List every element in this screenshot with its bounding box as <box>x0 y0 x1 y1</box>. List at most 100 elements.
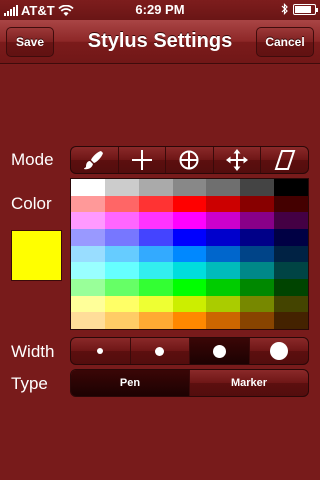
bluetooth-icon <box>281 3 288 15</box>
palette-swatch[interactable] <box>104 212 139 229</box>
palette-swatch[interactable] <box>240 295 275 313</box>
mode-option-target[interactable] <box>166 147 214 173</box>
palette-swatch[interactable] <box>240 228 275 246</box>
palette-swatch[interactable] <box>138 245 173 263</box>
palette-swatch[interactable] <box>138 295 173 313</box>
palette-swatch[interactable] <box>206 312 241 329</box>
palette-swatch[interactable] <box>206 278 241 296</box>
palette-swatch[interactable] <box>104 228 139 246</box>
crosshair-icon <box>131 150 152 170</box>
palette-swatch[interactable] <box>138 262 173 279</box>
palette-swatch[interactable] <box>274 295 308 313</box>
palette-swatch[interactable] <box>240 195 275 213</box>
palette-swatch[interactable] <box>274 179 308 196</box>
width-option-2[interactable] <box>131 338 190 364</box>
palette-swatch[interactable] <box>206 245 241 263</box>
palette-swatch[interactable] <box>240 262 275 279</box>
palette-swatch[interactable] <box>274 195 308 213</box>
width-dot-xlarge-icon <box>269 342 288 360</box>
palette-swatch[interactable] <box>104 245 139 263</box>
mode-option-crosshair[interactable] <box>119 147 167 173</box>
width-dot-large-icon <box>212 344 226 358</box>
color-palette <box>70 178 309 330</box>
palette-swatch[interactable] <box>206 228 241 246</box>
palette-swatch[interactable] <box>274 278 308 296</box>
palette-swatch[interactable] <box>206 295 241 313</box>
palette-swatch[interactable] <box>274 312 308 329</box>
palette-swatch[interactable] <box>104 262 139 279</box>
palette-swatch[interactable] <box>240 278 275 296</box>
palette-grid <box>71 179 308 329</box>
palette-swatch[interactable] <box>172 312 207 329</box>
width-option-4[interactable] <box>250 338 309 364</box>
palette-swatch[interactable] <box>71 195 105 213</box>
palette-swatch[interactable] <box>172 295 207 313</box>
palette-swatch[interactable] <box>274 245 308 263</box>
width-dot-small-icon <box>97 348 104 354</box>
status-right <box>281 3 318 15</box>
palette-swatch[interactable] <box>240 312 275 329</box>
palette-swatch[interactable] <box>71 228 105 246</box>
palette-swatch[interactable] <box>71 312 105 329</box>
type-option-pen[interactable]: Pen <box>71 370 190 396</box>
palette-swatch[interactable] <box>172 245 207 263</box>
palette-swatch[interactable] <box>172 262 207 279</box>
palette-swatch[interactable] <box>172 212 207 229</box>
palette-swatch[interactable] <box>104 295 139 313</box>
brush-icon <box>84 151 104 170</box>
cancel-button[interactable]: Cancel <box>256 27 314 57</box>
settings-panel: Mode Color Width Type Pen Marker <box>0 65 320 480</box>
palette-swatch[interactable] <box>138 278 173 296</box>
width-dot-medium-icon <box>155 346 165 356</box>
mode-option-eraser[interactable] <box>261 147 308 173</box>
palette-swatch[interactable] <box>138 312 173 329</box>
palette-swatch[interactable] <box>71 295 105 313</box>
palette-swatch[interactable] <box>206 179 241 196</box>
palette-swatch[interactable] <box>206 212 241 229</box>
palette-swatch[interactable] <box>138 179 173 196</box>
palette-swatch[interactable] <box>274 228 308 246</box>
palette-swatch[interactable] <box>104 179 139 196</box>
width-option-1[interactable] <box>71 338 131 364</box>
mode-segmented-control <box>70 146 309 174</box>
battery-icon <box>293 3 318 15</box>
palette-swatch[interactable] <box>240 179 275 196</box>
mode-option-move[interactable] <box>214 147 262 173</box>
target-icon <box>179 150 199 170</box>
palette-swatch[interactable] <box>104 278 139 296</box>
type-segmented-control: Pen Marker <box>70 369 309 397</box>
type-label: Type <box>11 374 48 393</box>
mode-option-brush[interactable] <box>71 147 119 173</box>
palette-swatch[interactable] <box>240 212 275 229</box>
eraser-icon <box>274 150 296 170</box>
navigation-bar: Save Stylus Settings Cancel <box>0 20 320 64</box>
palette-swatch[interactable] <box>138 195 173 213</box>
status-bar: AT&T 6:29 PM <box>0 0 320 20</box>
palette-swatch[interactable] <box>71 262 105 279</box>
palette-swatch[interactable] <box>138 212 173 229</box>
palette-swatch[interactable] <box>138 228 173 246</box>
color-label: Color <box>11 194 52 213</box>
width-label: Width <box>11 342 55 361</box>
type-option-marker[interactable]: Marker <box>190 370 308 396</box>
palette-swatch[interactable] <box>172 228 207 246</box>
palette-swatch[interactable] <box>240 245 275 263</box>
palette-swatch[interactable] <box>206 195 241 213</box>
palette-swatch[interactable] <box>274 212 308 229</box>
palette-swatch[interactable] <box>71 179 105 196</box>
palette-swatch[interactable] <box>71 212 105 229</box>
battery-fill <box>295 5 312 13</box>
clock: 6:29 PM <box>135 2 185 17</box>
palette-swatch[interactable] <box>274 262 308 279</box>
mode-label: Mode <box>11 150 54 169</box>
palette-swatch[interactable] <box>104 195 139 213</box>
palette-swatch[interactable] <box>172 278 207 296</box>
width-option-3[interactable] <box>190 338 250 364</box>
palette-swatch[interactable] <box>172 179 207 196</box>
selected-color-swatch <box>11 230 62 281</box>
palette-swatch[interactable] <box>104 312 139 329</box>
palette-swatch[interactable] <box>71 278 105 296</box>
palette-swatch[interactable] <box>71 245 105 263</box>
palette-swatch[interactable] <box>172 195 207 213</box>
palette-swatch[interactable] <box>206 262 241 279</box>
